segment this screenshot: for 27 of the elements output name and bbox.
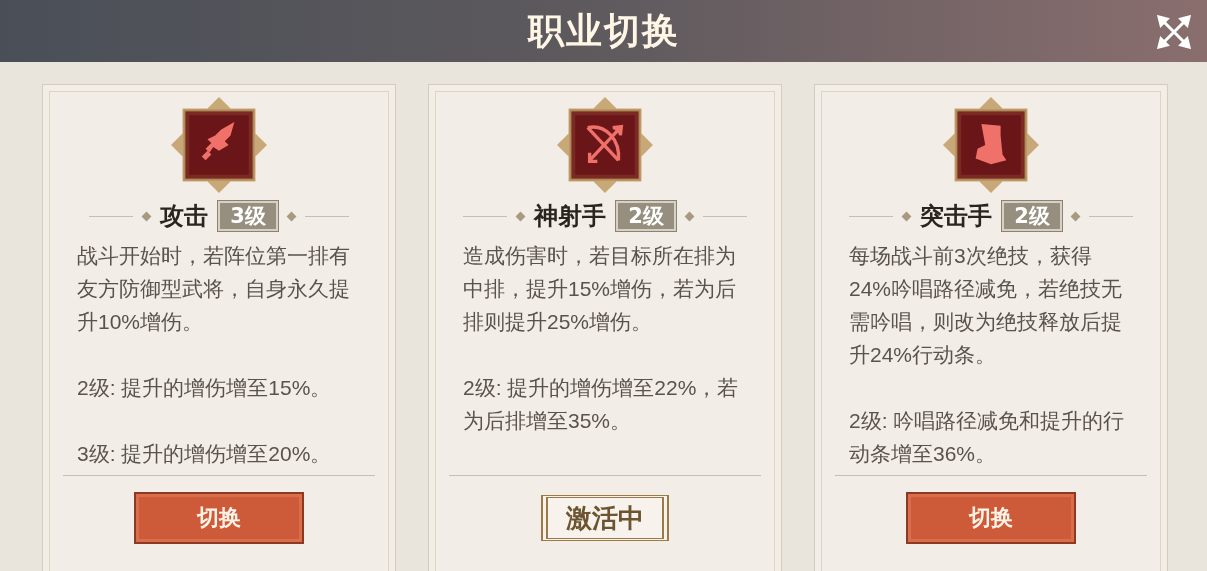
- description-text: 每场战斗前3次绝技，获得24%吟唱路径减免，若绝技无需吟唱，则改为绝技释放后提升24%行动条。: [849, 243, 1124, 368]
- class-name: 攻击: [160, 200, 209, 232]
- active-status: 激活中: [541, 495, 669, 541]
- class-emblem-icon: [943, 97, 1039, 193]
- class-emblem-icon: [557, 97, 653, 193]
- ornament-icon: [286, 211, 297, 221]
- window-title: 职业切换: [527, 7, 680, 53]
- class-emblem-icon: [171, 97, 267, 193]
- ornament-icon: [1070, 211, 1081, 221]
- ornament-icon: [684, 211, 695, 221]
- class-name: 神射手: [534, 200, 607, 232]
- description-text: 造成伤害时，若目标所在排为中排，提升15%增伤，若为后排则提升25%增伤。: [463, 243, 738, 335]
- description-text: 3级: 提升的增伤增至20%。: [77, 441, 333, 467]
- close-icon[interactable]: [1157, 15, 1191, 49]
- switch-button[interactable]: 切换: [906, 492, 1076, 544]
- description-text: 2级: 吟唱路径减免和提升的行动条增至36%。: [849, 408, 1126, 467]
- description-text: 2级: 提升的增伤增至22%，若为后排增至35%。: [463, 375, 740, 434]
- description-text: 战斗开始时，若阵位第一排有友方防御型武将，自身永久提升10%增伤。: [77, 243, 351, 335]
- class-name: 突击手: [920, 200, 993, 232]
- level-badge: 2级: [616, 201, 676, 231]
- description-text: 2级: 提升的增伤增至15%。: [77, 375, 333, 401]
- ornament-icon: [141, 211, 152, 221]
- switch-button[interactable]: 切换: [134, 492, 304, 544]
- level-badge: 2级: [1002, 201, 1062, 231]
- level-badge: 3级: [218, 201, 278, 231]
- ornament-icon: [515, 211, 526, 221]
- ornament-icon: [901, 211, 912, 221]
